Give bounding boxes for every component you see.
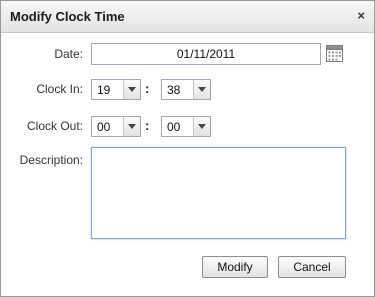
clock-out-minute-value: 00 <box>167 120 181 134</box>
chevron-down-icon[interactable] <box>123 117 140 136</box>
clock-in-hour-select[interactable]: 19 <box>91 79 141 100</box>
clock-in-hour-value: 19 <box>97 83 111 97</box>
date-field[interactable]: 01/11/2011 <box>91 43 321 65</box>
clock-out-hour-select[interactable]: 00 <box>91 116 141 137</box>
modify-clock-time-dialog: Modify Clock Time × Date: 01/11/2011 Clo… <box>0 0 375 297</box>
clock-in-minute-value: 38 <box>167 83 181 97</box>
clock-out-label: Clock Out: <box>26 119 83 133</box>
date-label: Date: <box>54 47 83 61</box>
clock-in-separator: : <box>145 81 150 96</box>
modify-button[interactable]: Modify <box>202 256 268 278</box>
clock-out-minute-select[interactable]: 00 <box>161 116 211 137</box>
clock-out-separator: : <box>145 118 150 133</box>
cancel-button[interactable]: Cancel <box>278 256 346 278</box>
close-icon[interactable]: × <box>357 8 365 24</box>
dialog-titlebar: Modify Clock Time × <box>1 1 374 33</box>
description-label: Description: <box>19 153 83 167</box>
calendar-icon[interactable] <box>326 45 343 62</box>
clock-in-label: Clock In: <box>36 82 83 96</box>
chevron-down-icon[interactable] <box>193 80 210 99</box>
chevron-down-icon[interactable] <box>193 117 210 136</box>
description-textarea[interactable] <box>91 147 346 239</box>
clock-in-minute-select[interactable]: 38 <box>161 79 211 100</box>
dialog-title: Modify Clock Time <box>10 9 125 24</box>
chevron-down-icon[interactable] <box>123 80 140 99</box>
clock-out-hour-value: 00 <box>97 120 111 134</box>
